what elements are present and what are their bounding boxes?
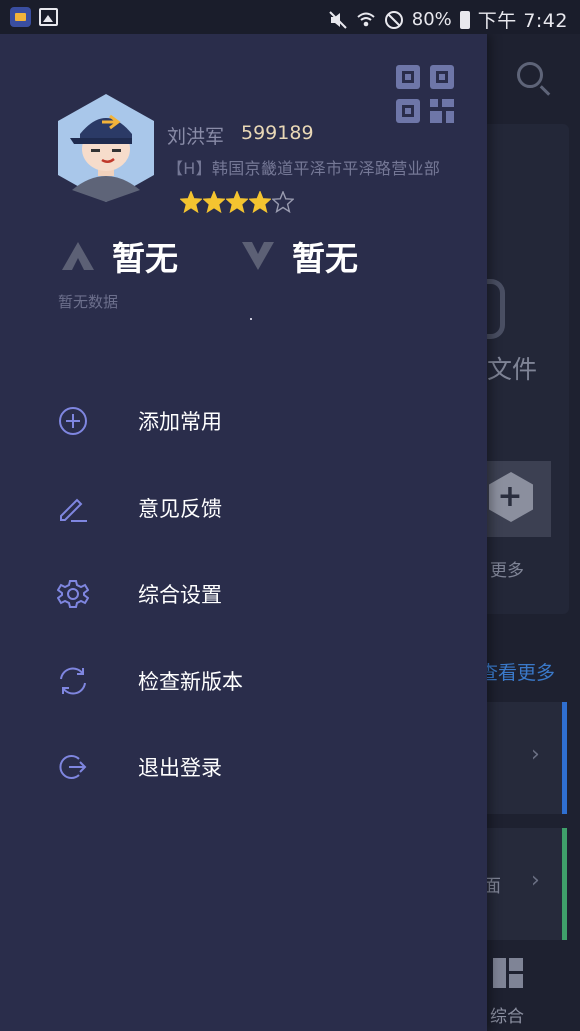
clock: 下午 7:42 bbox=[477, 10, 568, 32]
gear-icon bbox=[57, 580, 89, 609]
plus-circle-icon bbox=[59, 407, 87, 436]
user-id: 599189 bbox=[241, 122, 314, 144]
menu-item-check-update[interactable]: 检查新版本 bbox=[0, 638, 487, 725]
star-filled-icon bbox=[180, 191, 202, 213]
stats-note: 暂无数据 bbox=[58, 293, 119, 311]
do-not-disturb-icon bbox=[384, 10, 403, 29]
stat-down: 暂无 bbox=[240, 232, 358, 280]
down-chevron-icon bbox=[242, 242, 274, 270]
menu-item-feedback[interactable]: 意见反馈 bbox=[0, 465, 487, 552]
star-filled-icon bbox=[226, 191, 248, 213]
menu-item-label: 检查新版本 bbox=[138, 669, 243, 694]
pencil-icon bbox=[60, 498, 87, 522]
star-filled-icon bbox=[249, 191, 271, 213]
status-bar: 80% 下午 7:42 bbox=[0, 0, 580, 34]
stat-down-value: 暂无 bbox=[292, 239, 358, 278]
menu-item-label: 添加常用 bbox=[138, 410, 222, 435]
stat-up: 暂无 bbox=[60, 232, 178, 280]
app-notification-icon bbox=[10, 7, 31, 27]
screen: 80% 下午 7:42 文件 + 更多 查看更多 › › 面 综合 刘洪军 59… bbox=[0, 0, 580, 1031]
user-department: 【H】韩国京畿道平泽市平泽路营业部 bbox=[167, 159, 441, 178]
stat-up-value: 暂无 bbox=[112, 239, 178, 278]
background-number bbox=[487, 279, 505, 339]
logout-icon bbox=[59, 755, 87, 780]
menu-item-add-favorite[interactable]: 添加常用 bbox=[0, 378, 487, 465]
rating-stars bbox=[180, 191, 294, 213]
battery-percent: 80% bbox=[411, 9, 452, 30]
background-list-row[interactable]: › bbox=[487, 702, 567, 814]
drawer-menu: 添加常用 意见反馈 综合设置 检查新版本 退出登录 bbox=[0, 378, 487, 811]
menu-item-label: 退出登录 bbox=[138, 756, 222, 781]
menu-item-label: 意见反馈 bbox=[138, 496, 222, 521]
plus-icon: + bbox=[497, 479, 523, 514]
grid-icon[interactable] bbox=[493, 958, 523, 988]
mute-icon bbox=[329, 10, 347, 29]
user-name: 刘洪军 bbox=[167, 126, 225, 148]
separator-dot bbox=[250, 318, 252, 320]
chevron-right-icon: › bbox=[531, 868, 540, 893]
menu-item-label: 综合设置 bbox=[138, 583, 222, 608]
star-filled-icon bbox=[203, 191, 225, 213]
battery-icon bbox=[459, 10, 470, 29]
chevron-right-icon: › bbox=[531, 742, 540, 767]
star-empty-icon bbox=[272, 191, 294, 213]
avatar[interactable] bbox=[58, 94, 154, 202]
menu-item-settings[interactable]: 综合设置 bbox=[0, 551, 487, 638]
bottom-nav-label[interactable]: 综合 bbox=[490, 1002, 524, 1027]
refresh-icon bbox=[60, 667, 86, 695]
qr-code-icon[interactable] bbox=[396, 65, 454, 123]
see-more-link[interactable]: 查看更多 bbox=[479, 658, 555, 685]
background-app[interactable]: 文件 + 更多 查看更多 › › 面 综合 bbox=[479, 34, 580, 1031]
background-file-label: 文件 bbox=[487, 355, 538, 384]
menu-item-logout[interactable]: 退出登录 bbox=[0, 724, 487, 811]
background-more-label: 更多 bbox=[490, 561, 524, 581]
navigation-drawer: 刘洪军 599189 【H】韩国京畿道平泽市平泽路营业部 暂无 暂无 暂无数据 bbox=[0, 34, 487, 1031]
search-icon[interactable] bbox=[517, 62, 543, 88]
up-chevron-icon bbox=[62, 242, 94, 270]
image-notification-icon bbox=[39, 8, 58, 26]
wifi-icon bbox=[357, 12, 375, 26]
